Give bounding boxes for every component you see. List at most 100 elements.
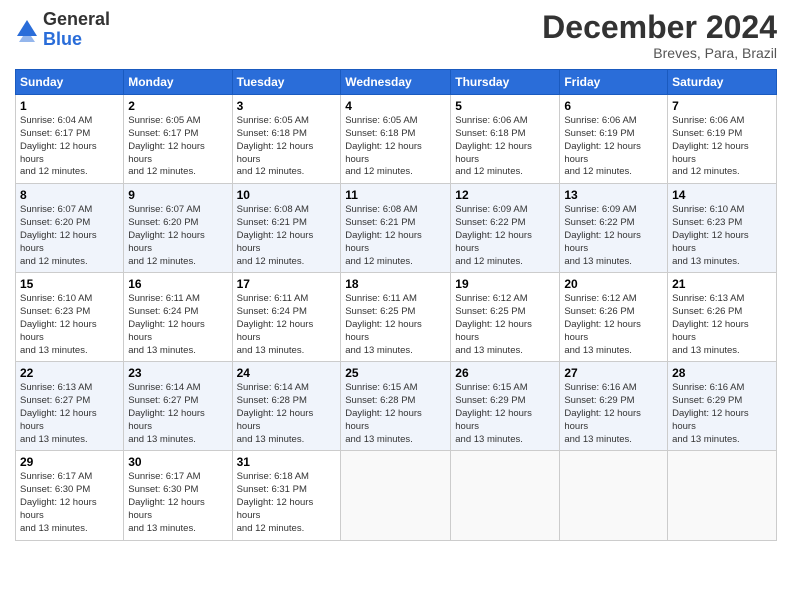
day-info: Sunrise: 6:12 AMSunset: 6:25 PMDaylight:… xyxy=(455,293,532,355)
table-cell: 22 Sunrise: 6:13 AMSunset: 6:27 PMDayligh… xyxy=(16,362,124,451)
logo-blue-text: Blue xyxy=(43,29,82,49)
table-cell: 30 Sunrise: 6:17 AMSunset: 6:30 PMDayligh… xyxy=(124,451,232,540)
day-number: 29 xyxy=(20,455,119,469)
day-number: 20 xyxy=(564,277,663,291)
col-wednesday: Wednesday xyxy=(341,70,451,95)
day-info: Sunrise: 6:07 AMSunset: 6:20 PMDaylight:… xyxy=(20,204,97,266)
day-number: 27 xyxy=(564,366,663,380)
day-number: 7 xyxy=(672,99,772,113)
day-info: Sunrise: 6:14 AMSunset: 6:28 PMDaylight:… xyxy=(237,382,314,444)
day-number: 6 xyxy=(564,99,663,113)
table-cell: 26Sunrise: 6:15 AMSunset: 6:29 PMDayligh… xyxy=(451,362,560,451)
day-number: 2 xyxy=(128,99,227,113)
day-info: Sunrise: 6:09 AMSunset: 6:22 PMDaylight:… xyxy=(564,204,641,266)
day-number: 31 xyxy=(237,455,337,469)
day-number: 28 xyxy=(672,366,772,380)
day-number: 13 xyxy=(564,188,663,202)
day-number: 17 xyxy=(237,277,337,291)
day-info: Sunrise: 6:11 AMSunset: 6:24 PMDaylight:… xyxy=(128,293,205,355)
table-cell xyxy=(341,451,451,540)
table-cell: 18 Sunrise: 6:11 AMSunset: 6:25 PMDayligh… xyxy=(341,273,451,362)
table-cell: 8 Sunrise: 6:07 AMSunset: 6:20 PMDaylight… xyxy=(16,184,124,273)
day-number: 8 xyxy=(20,188,119,202)
day-info: Sunrise: 6:05 AMSunset: 6:18 PMDaylight:… xyxy=(345,115,422,177)
day-number: 19 xyxy=(455,277,555,291)
day-number: 14 xyxy=(672,188,772,202)
table-cell xyxy=(560,451,668,540)
location: Breves, Para, Brazil xyxy=(542,45,777,61)
table-cell: 23Sunrise: 6:14 AMSunset: 6:27 PMDayligh… xyxy=(124,362,232,451)
day-info: Sunrise: 6:08 AMSunset: 6:21 PMDaylight:… xyxy=(345,204,422,266)
table-cell: 28 Sunrise: 6:16 AMSunset: 6:29 PMDayligh… xyxy=(668,362,777,451)
day-info: Sunrise: 6:17 AMSunset: 6:30 PMDaylight:… xyxy=(20,471,97,533)
col-saturday: Saturday xyxy=(668,70,777,95)
table-cell: 1 Sunrise: 6:04 AMSunset: 6:17 PMDaylight… xyxy=(16,95,124,184)
col-tuesday: Tuesday xyxy=(232,70,341,95)
table-cell: 15 Sunrise: 6:10 AMSunset: 6:23 PMDayligh… xyxy=(16,273,124,362)
day-info: Sunrise: 6:06 AMSunset: 6:18 PMDaylight:… xyxy=(455,115,532,177)
table-cell: 3Sunrise: 6:05 AMSunset: 6:18 PMDaylight… xyxy=(232,95,341,184)
day-number: 30 xyxy=(128,455,227,469)
day-info: Sunrise: 6:15 AMSunset: 6:29 PMDaylight:… xyxy=(455,382,532,444)
table-cell: 4 Sunrise: 6:05 AMSunset: 6:18 PMDaylight… xyxy=(341,95,451,184)
calendar: Sunday Monday Tuesday Wednesday Thursday… xyxy=(15,69,777,540)
day-number: 25 xyxy=(345,366,446,380)
day-number: 3 xyxy=(237,99,337,113)
day-number: 12 xyxy=(455,188,555,202)
table-cell: 17 Sunrise: 6:11 AMSunset: 6:24 PMDayligh… xyxy=(232,273,341,362)
table-cell: 21Sunrise: 6:13 AMSunset: 6:26 PMDayligh… xyxy=(668,273,777,362)
logo-general-text: General xyxy=(43,9,110,29)
table-cell: 24Sunrise: 6:14 AMSunset: 6:28 PMDayligh… xyxy=(232,362,341,451)
col-thursday: Thursday xyxy=(451,70,560,95)
table-cell: 27 Sunrise: 6:16 AMSunset: 6:29 PMDayligh… xyxy=(560,362,668,451)
day-number: 21 xyxy=(672,277,772,291)
table-cell: 14 Sunrise: 6:10 AMSunset: 6:23 PMDayligh… xyxy=(668,184,777,273)
day-info: Sunrise: 6:16 AMSunset: 6:29 PMDaylight:… xyxy=(672,382,749,444)
day-info: Sunrise: 6:06 AMSunset: 6:19 PMDaylight:… xyxy=(564,115,641,177)
day-number: 1 xyxy=(20,99,119,113)
table-cell: 25 Sunrise: 6:15 AMSunset: 6:28 PMDayligh… xyxy=(341,362,451,451)
day-info: Sunrise: 6:18 AMSunset: 6:31 PMDaylight:… xyxy=(237,471,314,533)
day-number: 10 xyxy=(237,188,337,202)
header: General Blue December 2024 Breves, Para,… xyxy=(15,10,777,61)
day-info: Sunrise: 6:17 AMSunset: 6:30 PMDaylight:… xyxy=(128,471,205,533)
day-info: Sunrise: 6:04 AMSunset: 6:17 PMDaylight:… xyxy=(20,115,97,177)
page: General Blue December 2024 Breves, Para,… xyxy=(0,0,792,612)
day-number: 15 xyxy=(20,277,119,291)
day-number: 4 xyxy=(345,99,446,113)
month-title: December 2024 xyxy=(542,10,777,45)
day-number: 9 xyxy=(128,188,227,202)
col-sunday: Sunday xyxy=(16,70,124,95)
table-cell: 29 Sunrise: 6:17 AMSunset: 6:30 PMDayligh… xyxy=(16,451,124,540)
calendar-header-row: Sunday Monday Tuesday Wednesday Thursday… xyxy=(16,70,777,95)
table-cell: 11 Sunrise: 6:08 AMSunset: 6:21 PMDayligh… xyxy=(341,184,451,273)
day-info: Sunrise: 6:11 AMSunset: 6:24 PMDaylight:… xyxy=(237,293,314,355)
table-cell: 6 Sunrise: 6:06 AMSunset: 6:19 PMDaylight… xyxy=(560,95,668,184)
day-number: 23 xyxy=(128,366,227,380)
col-friday: Friday xyxy=(560,70,668,95)
day-info: Sunrise: 6:13 AMSunset: 6:27 PMDaylight:… xyxy=(20,382,97,444)
day-info: Sunrise: 6:08 AMSunset: 6:21 PMDaylight:… xyxy=(237,204,314,266)
table-cell: 12Sunrise: 6:09 AMSunset: 6:22 PMDayligh… xyxy=(451,184,560,273)
day-number: 22 xyxy=(20,366,119,380)
day-number: 5 xyxy=(455,99,555,113)
day-info: Sunrise: 6:10 AMSunset: 6:23 PMDaylight:… xyxy=(20,293,97,355)
logo: General Blue xyxy=(15,10,110,50)
day-info: Sunrise: 6:07 AMSunset: 6:20 PMDaylight:… xyxy=(128,204,205,266)
day-number: 18 xyxy=(345,277,446,291)
logo-text: General Blue xyxy=(43,10,110,50)
table-cell: 9 Sunrise: 6:07 AMSunset: 6:20 PMDaylight… xyxy=(124,184,232,273)
col-monday: Monday xyxy=(124,70,232,95)
table-cell: 16Sunrise: 6:11 AMSunset: 6:24 PMDayligh… xyxy=(124,273,232,362)
table-cell: 20Sunrise: 6:12 AMSunset: 6:26 PMDayligh… xyxy=(560,273,668,362)
table-cell xyxy=(668,451,777,540)
logo-icon xyxy=(15,18,39,42)
day-info: Sunrise: 6:10 AMSunset: 6:23 PMDaylight:… xyxy=(672,204,749,266)
table-cell: 5 Sunrise: 6:06 AMSunset: 6:18 PMDaylight… xyxy=(451,95,560,184)
day-info: Sunrise: 6:16 AMSunset: 6:29 PMDaylight:… xyxy=(564,382,641,444)
day-number: 11 xyxy=(345,188,446,202)
day-info: Sunrise: 6:15 AMSunset: 6:28 PMDaylight:… xyxy=(345,382,422,444)
table-cell: 2Sunrise: 6:05 AMSunset: 6:17 PMDaylight… xyxy=(124,95,232,184)
day-info: Sunrise: 6:11 AMSunset: 6:25 PMDaylight:… xyxy=(345,293,422,355)
table-cell xyxy=(451,451,560,540)
